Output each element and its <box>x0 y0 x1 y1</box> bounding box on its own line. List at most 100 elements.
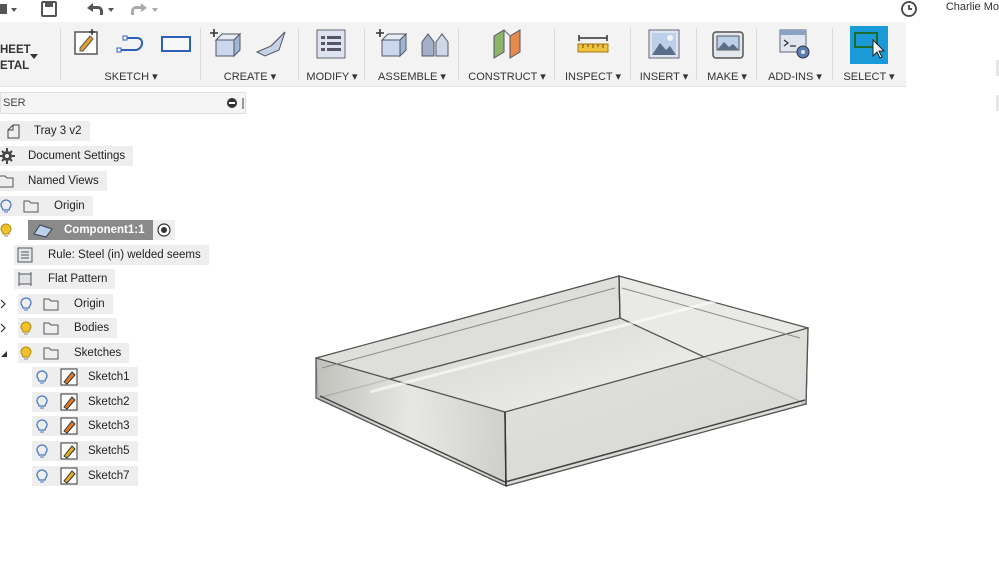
tree-label: Sketch7 <box>88 470 130 482</box>
group-label[interactable]: ASSEMBLE ▾ <box>366 70 458 83</box>
clock-icon[interactable] <box>900 0 918 18</box>
tree-node-named-views[interactable]: Named Views <box>0 171 107 191</box>
rectangle-tool-icon[interactable] <box>160 28 194 61</box>
group-label[interactable]: MAKE ▾ <box>698 70 756 83</box>
construct-plane-icon[interactable] <box>492 28 526 63</box>
redo-icon[interactable] <box>127 0 161 18</box>
canvas-viewport[interactable] <box>250 120 999 577</box>
tree-node-origin[interactable]: Origin <box>0 196 93 216</box>
group-insert: INSERT ▾ <box>632 22 696 86</box>
group-label[interactable]: SKETCH ▾ <box>62 70 200 83</box>
scripts-addins-icon[interactable] <box>778 28 812 63</box>
tree-label: Origin <box>54 200 85 212</box>
tree-node-sketch[interactable]: Sketch2 <box>32 392 138 412</box>
separator <box>554 28 555 80</box>
collapse-arrow-icon[interactable] <box>0 345 10 361</box>
gear-icon <box>0 148 15 164</box>
lightbulb-icon[interactable] <box>36 443 50 459</box>
tree-label: Sketch2 <box>88 396 130 408</box>
lightbulb-icon[interactable] <box>36 418 50 434</box>
tree-node-sketch[interactable]: Sketch1 <box>32 367 138 387</box>
expand-arrow-icon[interactable] <box>0 320 10 336</box>
separator <box>364 28 365 80</box>
collapse-icon[interactable] <box>227 98 237 108</box>
workspace-line1: HEET <box>0 44 31 56</box>
group-label[interactable]: INSPECT ▾ <box>556 70 630 83</box>
group-select: SELECT ▾ <box>834 22 904 86</box>
folder-icon <box>43 347 59 360</box>
sheet-metal-component-icon <box>33 224 53 238</box>
separator <box>832 28 833 80</box>
tree-node-flat-pattern[interactable]: Flat Pattern <box>14 269 116 289</box>
chevron-down-icon <box>30 54 38 59</box>
joint-icon[interactable] <box>418 28 452 63</box>
line-tool-icon[interactable] <box>116 28 152 61</box>
tray-model[interactable] <box>250 120 999 577</box>
lightbulb-icon[interactable] <box>36 468 50 484</box>
tree-label: Rule: Steel (in) welded seems <box>48 249 201 261</box>
flange-icon[interactable] <box>254 28 288 61</box>
tree-label: Document Settings <box>28 150 126 162</box>
activate-radio-icon[interactable] <box>156 223 171 237</box>
group-label[interactable]: SELECT ▾ <box>834 70 904 83</box>
tree-node-component-origin[interactable]: Origin <box>0 294 113 314</box>
tree-node-component[interactable]: Component1:1 <box>0 220 175 240</box>
group-modify: MODIFY ▾ <box>300 22 364 86</box>
group-label[interactable]: CREATE ▾ <box>202 70 298 83</box>
create-sketch-icon[interactable] <box>72 28 102 61</box>
workspace-line2: ETAL <box>0 60 30 72</box>
tree-label: Bodies <box>74 322 110 334</box>
title-bar: Charlie Mo <box>0 0 999 22</box>
document-icon <box>7 124 20 139</box>
select-cursor-icon <box>854 32 886 59</box>
group-label[interactable]: ADD-INS ▾ <box>758 70 832 83</box>
tree-node-sheet-metal-rule[interactable]: Rule: Steel (in) welded seems <box>14 245 209 265</box>
save-icon[interactable] <box>40 0 58 18</box>
tree-label: Sketch5 <box>88 445 130 457</box>
workspace-switcher[interactable]: HEET ETAL <box>0 22 58 86</box>
tree-node-sketch[interactable]: Sketch7 <box>32 466 138 486</box>
group-label[interactable]: INSERT ▾ <box>632 70 696 83</box>
modify-icon[interactable] <box>315 28 349 63</box>
lightbulb-icon[interactable] <box>0 198 14 214</box>
separator <box>298 28 299 80</box>
undo-icon[interactable] <box>84 0 116 18</box>
make-3d-print-icon[interactable] <box>711 28 745 63</box>
pin-icon[interactable] <box>242 98 244 109</box>
user-name[interactable]: Charlie Mo <box>946 1 999 13</box>
new-component-icon[interactable] <box>208 28 242 63</box>
tree-node-document-settings[interactable]: Document Settings <box>0 146 134 166</box>
lightbulb-icon[interactable] <box>36 394 50 410</box>
separator <box>756 28 757 80</box>
lightbulb-on-icon[interactable] <box>0 222 14 238</box>
tree-node-document[interactable]: Tray 3 v2 <box>0 121 90 141</box>
folder-icon <box>0 175 14 188</box>
sketch-icon <box>60 417 78 435</box>
lightbulb-on-icon[interactable] <box>20 320 34 336</box>
folder-icon <box>43 298 59 311</box>
lightbulb-icon[interactable] <box>36 369 50 385</box>
group-add-ins: ADD-INS ▾ <box>758 22 832 86</box>
lightbulb-icon[interactable] <box>20 296 34 312</box>
group-sketch: SKETCH ▾ <box>62 22 200 86</box>
tree-node-sketch[interactable]: Sketch5 <box>32 441 138 461</box>
expand-arrow-icon[interactable] <box>0 296 10 312</box>
browser-header: SER <box>0 92 246 114</box>
group-label[interactable]: MODIFY ▾ <box>300 70 364 83</box>
tree-label: Named Views <box>28 175 99 187</box>
grid-menu-icon[interactable] <box>0 0 18 18</box>
insert-image-icon[interactable] <box>648 28 682 63</box>
flat-pattern-icon <box>18 272 32 286</box>
tree-label: Component1:1 <box>64 224 145 236</box>
lightbulb-on-icon[interactable] <box>20 345 34 361</box>
select-tool-button[interactable] <box>850 26 888 64</box>
sketch-icon <box>60 467 78 485</box>
new-component-assemble-icon[interactable] <box>374 28 408 63</box>
tree-node-bodies[interactable]: Bodies <box>0 318 118 338</box>
sketch-icon <box>60 442 78 460</box>
group-label[interactable]: CONSTRUCT ▾ <box>460 70 554 83</box>
measure-icon[interactable] <box>576 28 610 63</box>
tree-node-sketch[interactable]: Sketch3 <box>32 416 138 436</box>
tree-node-sketches[interactable]: Sketches <box>0 343 130 363</box>
tree-label: Tray 3 v2 <box>34 125 82 137</box>
